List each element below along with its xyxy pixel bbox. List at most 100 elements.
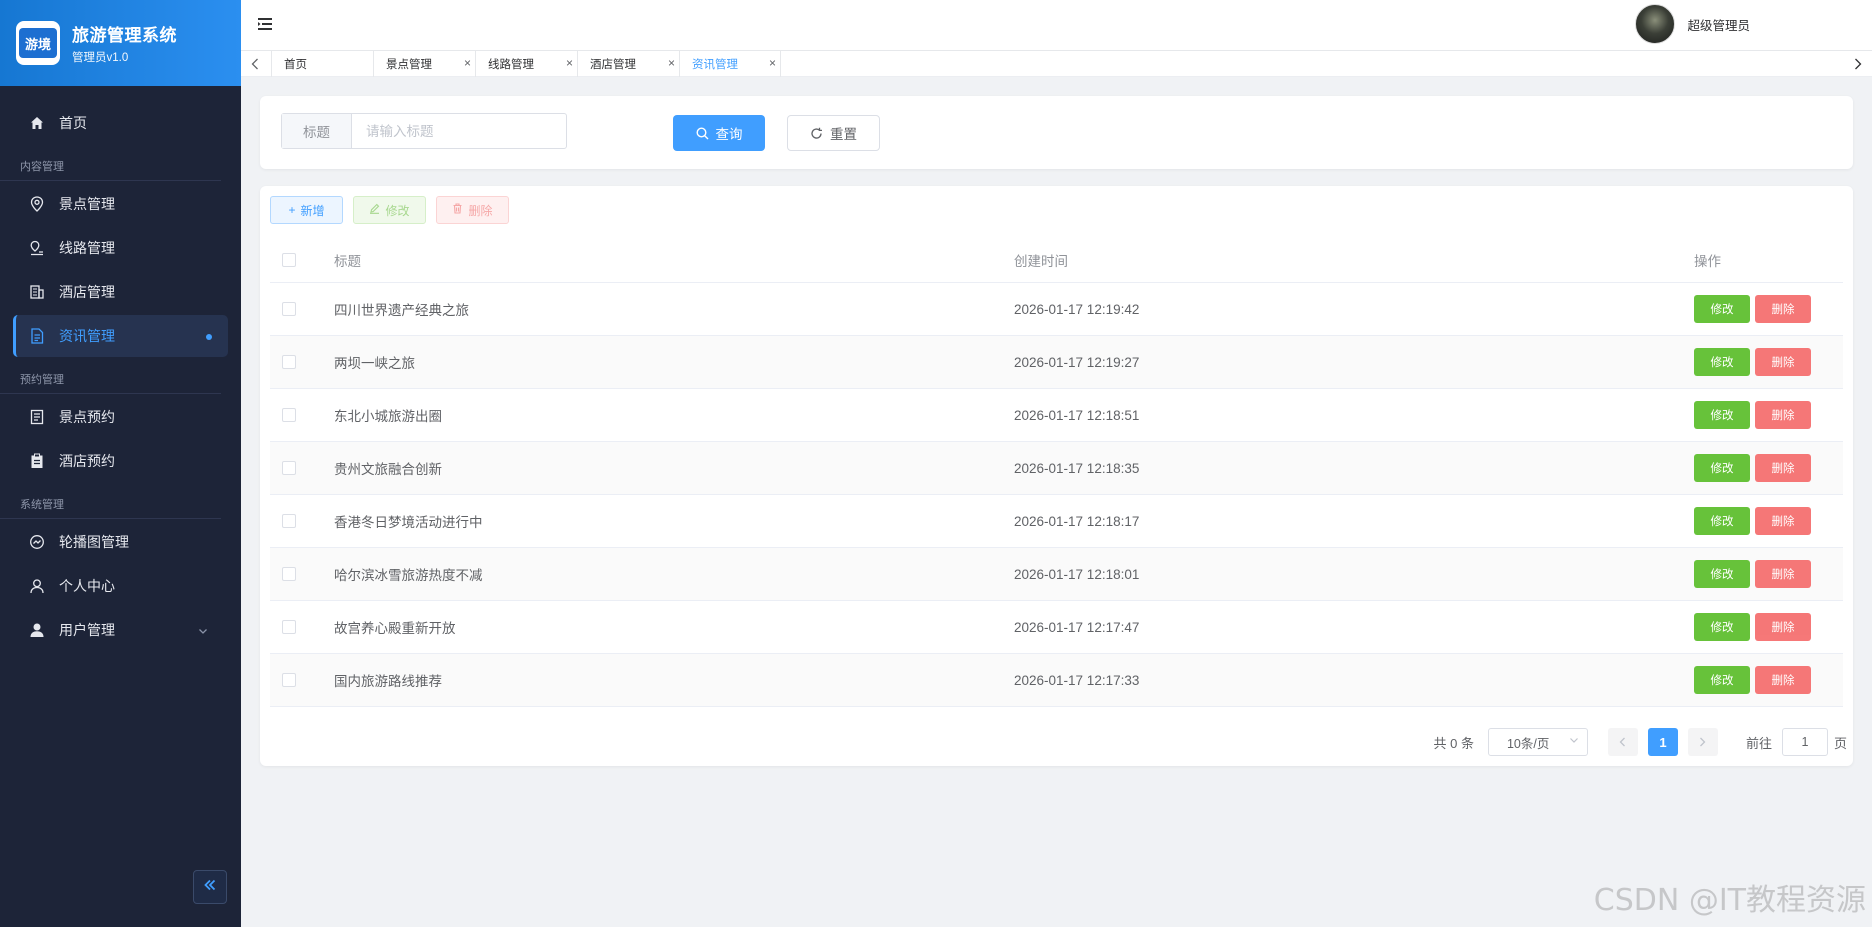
row-delete-button[interactable]: 删除 [1755, 613, 1811, 641]
sidebar-item-label: 酒店预约 [59, 453, 115, 469]
sidebar-menu: 首页 内容管理 景点管理 线路管理 酒店管理 资讯管理 预约管理 景点预约 酒店… [0, 86, 241, 651]
tabs-scroll-right-icon[interactable] [1850, 55, 1866, 73]
title-search-input[interactable] [352, 114, 566, 148]
column-header-created: 创建时间 [1014, 254, 1068, 269]
clipboard-icon [29, 453, 45, 469]
add-button[interactable]: + 新增 [270, 196, 343, 224]
reset-button[interactable]: 重置 [787, 115, 880, 151]
sidebar-item-news[interactable]: 资讯管理 [13, 315, 228, 357]
sidebar-item-hotels[interactable]: 酒店管理 [13, 271, 228, 313]
row-delete-button[interactable]: 删除 [1755, 507, 1811, 535]
table-row: 国内旅游路线推荐 2026-01-17 12:17:33 修改 删除 [270, 654, 1843, 707]
app-subtitle: 管理员v1.0 [72, 52, 129, 64]
query-button[interactable]: 查询 [673, 115, 765, 151]
page-size-select[interactable]: 10条/页 [1487, 728, 1588, 756]
column-header-title: 标题 [334, 254, 361, 269]
building-icon [29, 284, 45, 300]
route-icon [29, 240, 45, 256]
row-checkbox[interactable] [282, 514, 296, 528]
delete-button[interactable]: 删除 [436, 196, 509, 224]
sidebar-item-carousel[interactable]: 轮播图管理 [13, 521, 228, 563]
row-checkbox[interactable] [282, 355, 296, 369]
row-delete-button[interactable]: 删除 [1755, 454, 1811, 482]
row-checkbox[interactable] [282, 620, 296, 634]
tab-routes[interactable]: 线路管理 × [475, 51, 577, 77]
table-row: 香港冬日梦境活动进行中 2026-01-17 12:18:17 修改 删除 [270, 495, 1843, 548]
menu-toggle-icon[interactable] [257, 16, 273, 32]
row-edit-button[interactable]: 修改 [1694, 560, 1750, 588]
prev-page-button[interactable] [1607, 728, 1638, 756]
row-edit-button[interactable]: 修改 [1694, 348, 1750, 376]
tab-news[interactable]: 资讯管理 × [679, 51, 781, 77]
avatar[interactable] [1635, 4, 1676, 44]
row-created: 2026-01-17 12:18:35 [1014, 460, 1140, 476]
menu-group-content: 内容管理 [0, 146, 221, 181]
table-toolbar: + 新增 修改 删除 [270, 196, 509, 224]
tab-home[interactable]: 首页 [271, 51, 373, 77]
row-edit-button[interactable]: 修改 [1694, 295, 1750, 323]
row-title: 两坝一峡之旅 [334, 356, 415, 371]
chevron-down-icon [198, 623, 208, 639]
page-number-current[interactable]: 1 [1647, 728, 1678, 756]
column-header-ops: 操作 [1694, 254, 1721, 269]
select-all-checkbox[interactable] [282, 253, 296, 267]
close-icon[interactable]: × [566, 56, 573, 70]
row-title: 哈尔滨冰雪旅游热度不减 [334, 568, 483, 583]
search-panel: 标题 查询 重置 [260, 96, 1853, 169]
sidebar-item-scenic-booking[interactable]: 景点预约 [13, 396, 228, 438]
row-delete-button[interactable]: 删除 [1755, 348, 1811, 376]
sidebar-item-scenic[interactable]: 景点管理 [13, 183, 228, 225]
user-menu[interactable]: 超级管理员 [1635, 4, 1750, 44]
ticket-icon [29, 409, 45, 425]
row-title: 贵州文旅融合创新 [334, 462, 442, 477]
news-table: 标题 创建时间 操作 四川世界遗产经典之旅 2026-01-17 12:19:4… [270, 238, 1843, 707]
sidebar-item-routes[interactable]: 线路管理 [13, 227, 228, 269]
row-edit-button[interactable]: 修改 [1694, 401, 1750, 429]
row-edit-button[interactable]: 修改 [1694, 613, 1750, 641]
row-edit-button[interactable]: 修改 [1694, 507, 1750, 535]
row-checkbox[interactable] [282, 408, 296, 422]
edit-button[interactable]: 修改 [353, 196, 426, 224]
row-delete-button[interactable]: 删除 [1755, 560, 1811, 588]
sidebar-collapse-button[interactable] [193, 870, 227, 904]
row-checkbox[interactable] [282, 461, 296, 475]
row-edit-button[interactable]: 修改 [1694, 666, 1750, 694]
tab-label: 资讯管理 [692, 59, 738, 71]
close-icon[interactable]: × [464, 56, 471, 70]
tab-scenic[interactable]: 景点管理 × [373, 51, 475, 77]
tab-hotels[interactable]: 酒店管理 × [577, 51, 679, 77]
active-indicator-dot [206, 334, 212, 340]
tabs-bar: 首页 景点管理 × 线路管理 × 酒店管理 × 资讯管理 × [241, 51, 1872, 77]
tab-label: 线路管理 [488, 59, 534, 71]
row-checkbox[interactable] [282, 673, 296, 687]
search-icon [695, 126, 709, 140]
sidebar-item-label: 用户管理 [59, 622, 115, 638]
sidebar-item-hotel-booking[interactable]: 酒店预约 [13, 440, 228, 482]
app-title: 旅游管理系统 [72, 26, 177, 45]
title-search-field: 标题 [281, 113, 567, 149]
sidebar-item-users[interactable]: 用户管理 [13, 609, 228, 651]
row-title: 香港冬日梦境活动进行中 [334, 515, 483, 530]
sidebar-item-label: 轮播图管理 [59, 534, 129, 550]
sidebar-item-home[interactable]: 首页 [13, 102, 228, 144]
logo-text: 游境 [19, 28, 57, 58]
row-title: 国内旅游路线推荐 [334, 674, 442, 689]
close-icon[interactable]: × [668, 56, 675, 70]
row-checkbox[interactable] [282, 302, 296, 316]
tabs-scroll-left-icon[interactable] [247, 55, 263, 73]
row-checkbox[interactable] [282, 567, 296, 581]
row-title: 故宫养心殿重新开放 [334, 621, 456, 636]
double-chevron-left-icon [204, 878, 216, 896]
row-delete-button[interactable]: 删除 [1755, 401, 1811, 429]
row-delete-button[interactable]: 删除 [1755, 295, 1811, 323]
location-pin-icon [29, 196, 45, 212]
row-edit-button[interactable]: 修改 [1694, 454, 1750, 482]
next-page-button[interactable] [1687, 728, 1718, 756]
refresh-icon [810, 127, 823, 140]
close-icon[interactable]: × [769, 56, 776, 70]
sidebar-item-profile[interactable]: 个人中心 [13, 565, 228, 607]
page-size-value: 10条/页 [1506, 736, 1550, 751]
goto-page-input[interactable] [1781, 728, 1828, 756]
row-delete-button[interactable]: 删除 [1755, 666, 1811, 694]
menu-group-booking: 预约管理 [0, 359, 221, 394]
